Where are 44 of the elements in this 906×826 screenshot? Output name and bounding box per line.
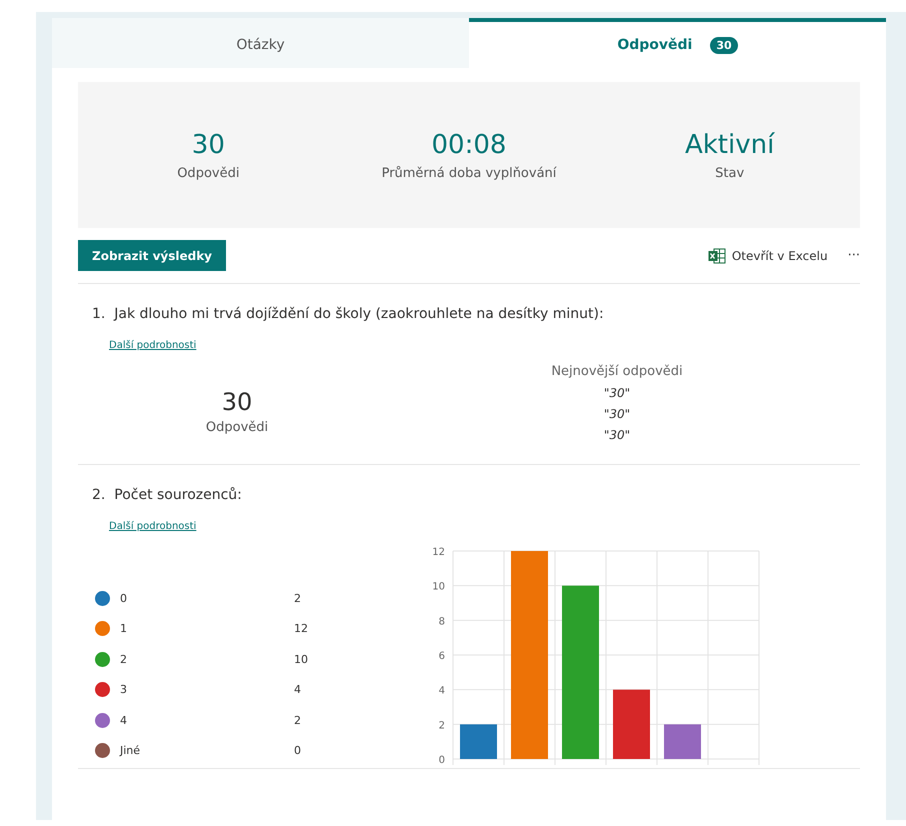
view-results-button[interactable]: Zobrazit výsledky xyxy=(78,240,226,271)
more-details-link[interactable]: Další podrobnosti xyxy=(109,521,196,532)
stat-value: 00:08 xyxy=(432,130,506,160)
response-text: "30" xyxy=(604,386,630,400)
latest-responses-title: Nejnovější odpovědi xyxy=(551,364,683,379)
stat-label: Stav xyxy=(715,166,744,180)
axis-tick-label: 0 xyxy=(438,755,445,766)
legend-label: 0 xyxy=(120,592,128,605)
chart-bar xyxy=(460,724,497,759)
question-title: 2. Počet sourozenců: xyxy=(92,487,243,503)
axis-tick-label: 6 xyxy=(438,651,445,662)
response-count-label: Odpovědi xyxy=(206,420,268,435)
spreadsheet-icon xyxy=(708,248,726,264)
tab[interactable]: Otázky xyxy=(52,18,469,68)
stat-value: Aktivní xyxy=(684,130,774,160)
count-badge: 30 xyxy=(710,36,738,54)
response-count: 30 xyxy=(222,388,252,416)
legend-count: 10 xyxy=(294,652,308,666)
more-details-link[interactable]: Další podrobnosti xyxy=(109,340,196,351)
legend-count: 4 xyxy=(294,683,301,696)
chart-bar xyxy=(613,690,650,759)
more-button[interactable]: ··· xyxy=(848,248,860,263)
axis-tick-label: 2 xyxy=(438,720,445,732)
legend-count: 12 xyxy=(294,622,308,636)
axis-tick-label: 4 xyxy=(438,686,445,697)
stat-value: 30 xyxy=(192,130,225,160)
legend-label: 1 xyxy=(120,622,128,636)
axis-tick-label: 12 xyxy=(432,547,445,558)
legend-label: 4 xyxy=(120,714,128,727)
legend-label: 3 xyxy=(120,683,128,696)
axis-tick-label: 10 xyxy=(432,582,445,593)
stat-label: Odpovědi xyxy=(177,166,240,180)
response-text: "30" xyxy=(604,407,630,421)
open-in-excel-link[interactable]: Otevřít v Excelu xyxy=(732,248,828,262)
legend-label: 2 xyxy=(120,652,128,666)
stat-label: Průměrná doba vyplňování xyxy=(382,166,556,180)
legend-count: 2 xyxy=(294,714,301,727)
response-text: "30" xyxy=(604,428,630,442)
chart-bar xyxy=(664,724,701,759)
legend-count: 0 xyxy=(294,744,301,758)
legend-label: Jiné xyxy=(120,744,142,758)
legend-count: 2 xyxy=(294,592,301,605)
axis-tick-label: 8 xyxy=(438,616,445,628)
question-title: 1. Jak dlouho mi trvá dojíždění do školy (zaokrouhlete na desítky minut): xyxy=(92,306,605,322)
